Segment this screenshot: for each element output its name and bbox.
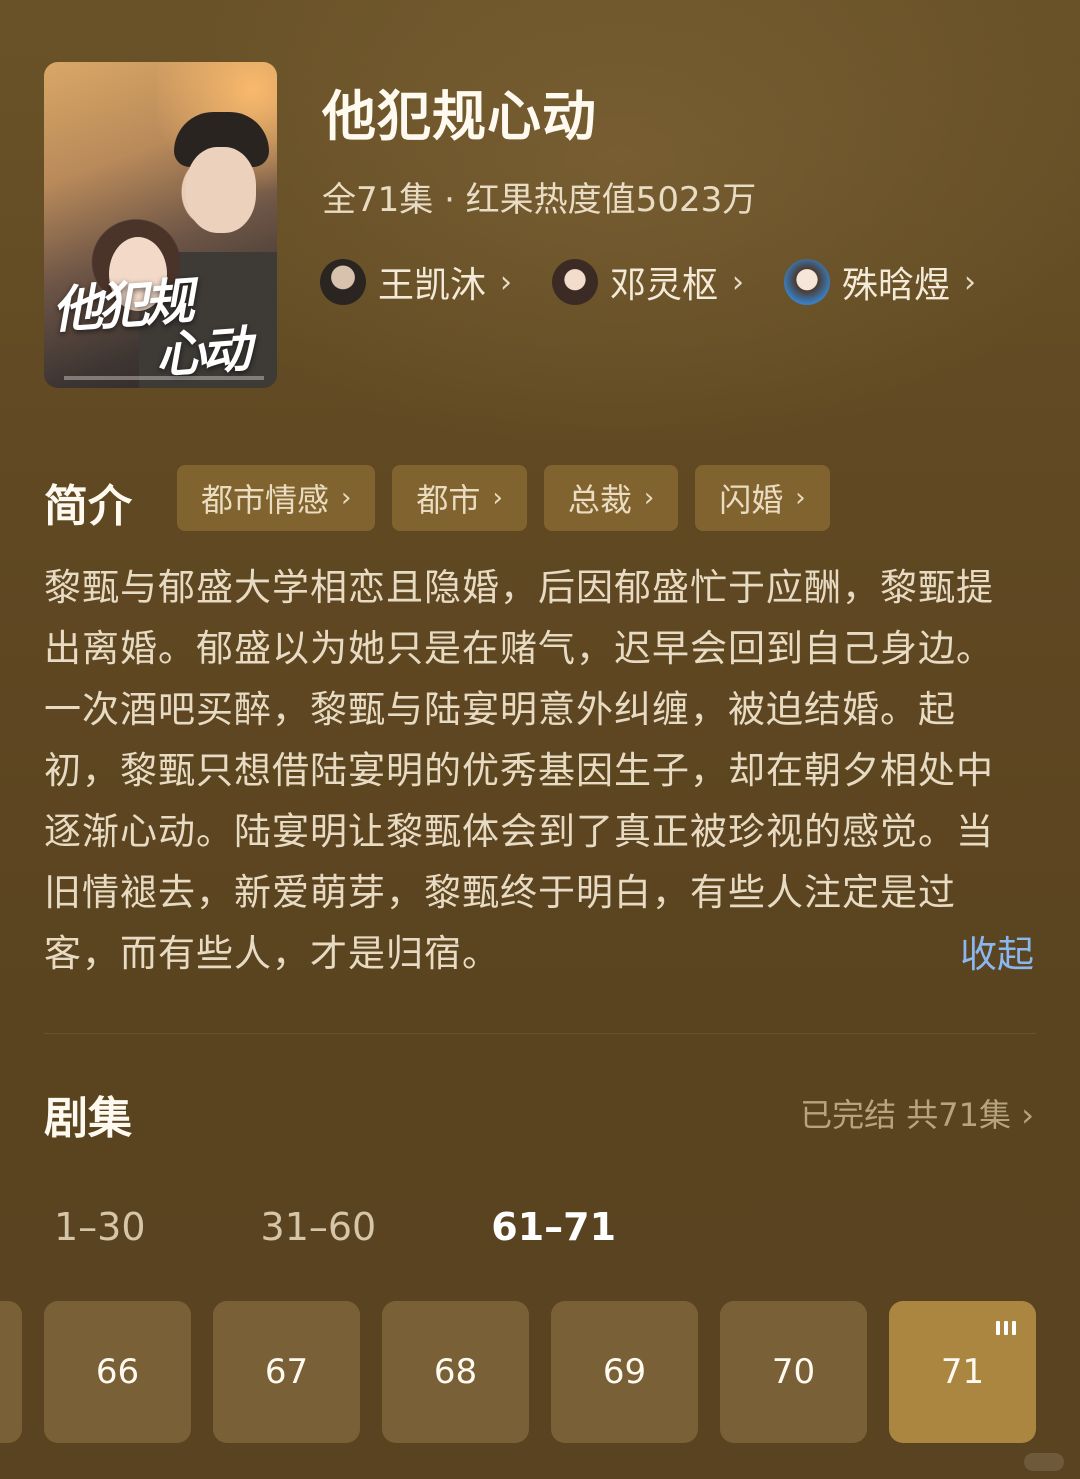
- cast-list: 王凯沐 › 邓灵枢 › 殊晗煜 ›: [320, 256, 976, 308]
- female-actor-avatar-icon: [552, 259, 599, 305]
- tag-label: 都市: [416, 481, 481, 519]
- drama-meta: 全71集 · 红果热度值5023万: [322, 180, 757, 220]
- watermark-badge: [1024, 1453, 1064, 1471]
- episode-card-partial[interactable]: [0, 1301, 22, 1443]
- episode-card-list: 66 67 68 69 70 71: [44, 1301, 1036, 1443]
- synopsis-line: 客，而有些人，才是归宿。: [44, 932, 500, 975]
- episode-card[interactable]: 69: [551, 1301, 698, 1443]
- synopsis-line: 一次酒吧买醉，黎甄与陆宴明意外纠缠，被迫结婚。起: [44, 688, 956, 731]
- cast-item-3[interactable]: 殊晗煜 ›: [784, 256, 976, 308]
- episode-number: 71: [940, 1352, 985, 1392]
- now-playing-icon: [996, 1321, 1016, 1335]
- episode-range-tabs: 1–30 31–60 61–71: [54, 1205, 731, 1249]
- tag-chip[interactable]: 都市 ›: [392, 465, 527, 531]
- collapse-button[interactable]: 收起: [960, 924, 1034, 978]
- cast-item-2[interactable]: 邓灵枢 ›: [552, 256, 744, 308]
- drama-poster[interactable]: 他犯规 心动: [44, 62, 277, 388]
- episode-card-current[interactable]: 71: [889, 1301, 1036, 1443]
- chevron-right-icon: ›: [732, 264, 745, 300]
- episode-card[interactable]: 70: [720, 1301, 867, 1443]
- episode-card[interactable]: 68: [382, 1301, 529, 1443]
- tag-label: 总裁: [567, 481, 632, 519]
- section-divider: [44, 1033, 1036, 1034]
- synopsis-line: 逐渐心动。陆宴明让黎甄体会到了真正被珍视的感觉。当: [44, 810, 994, 853]
- cast-name: 王凯沐: [378, 265, 487, 306]
- chevron-right-icon: ›: [1021, 1096, 1034, 1134]
- range-tab-31-60[interactable]: 31–60: [261, 1205, 377, 1249]
- drama-title: 他犯规心动: [322, 85, 597, 148]
- chevron-right-icon: ›: [492, 483, 503, 513]
- female-actor-avatar-icon: [784, 259, 831, 305]
- tag-label: 闪婚: [719, 481, 784, 519]
- cast-name: 邓灵枢: [610, 265, 719, 306]
- tag-label: 都市情感: [201, 481, 330, 519]
- range-tab-1-30[interactable]: 1–30: [54, 1205, 146, 1249]
- episodes-status-link[interactable]: 已完结 共71集 ›: [800, 1090, 1034, 1136]
- synopsis-line: 黎甄与郁盛大学相恋且隐婚，后因郁盛忙于应酬，黎甄提: [44, 566, 994, 609]
- synopsis-line: 出离婚。郁盛以为她只是在赌气，迟早会回到自己身边。: [44, 627, 994, 670]
- synopsis-text: 黎甄与郁盛大学相恋且隐婚，后因郁盛忙于应酬，黎甄提 出离婚。郁盛以为她只是在赌气…: [44, 557, 1034, 984]
- chevron-right-icon: ›: [643, 483, 655, 513]
- episodes-status-text: 已完结 共71集: [800, 1096, 1012, 1134]
- male-actor-avatar-icon: [320, 259, 366, 305]
- range-tab-61-71[interactable]: 61–71: [491, 1205, 616, 1249]
- chevron-right-icon: ›: [795, 483, 806, 513]
- tag-chip[interactable]: 总裁 ›: [543, 465, 679, 531]
- synopsis-line: 旧情褪去，新爱萌芽，黎甄终于明白，有些人注定是过: [44, 871, 956, 914]
- genre-tags: 都市情感 › 都市 › 总裁 › 闪婚 ›: [177, 465, 830, 531]
- chevron-right-icon: ›: [341, 483, 352, 513]
- episode-card[interactable]: 66: [44, 1301, 191, 1443]
- intro-heading: 简介: [44, 481, 132, 532]
- episode-card[interactable]: 67: [213, 1301, 360, 1443]
- chevron-right-icon: ›: [500, 264, 513, 300]
- episodes-heading: 剧集: [44, 1093, 132, 1144]
- tag-chip[interactable]: 都市情感 ›: [177, 465, 376, 531]
- synopsis-line: 初，黎甄只想借陆宴明的优秀基因生子，却在朝夕相处中: [44, 749, 994, 792]
- cast-item-1[interactable]: 王凯沐 ›: [320, 256, 512, 308]
- cast-name: 殊晗煜: [842, 265, 951, 306]
- chevron-right-icon: ›: [964, 264, 977, 300]
- poster-fine-print: [64, 376, 264, 380]
- poster-title-logo: 他犯规 心动: [50, 269, 277, 388]
- tag-chip[interactable]: 闪婚 ›: [695, 465, 830, 531]
